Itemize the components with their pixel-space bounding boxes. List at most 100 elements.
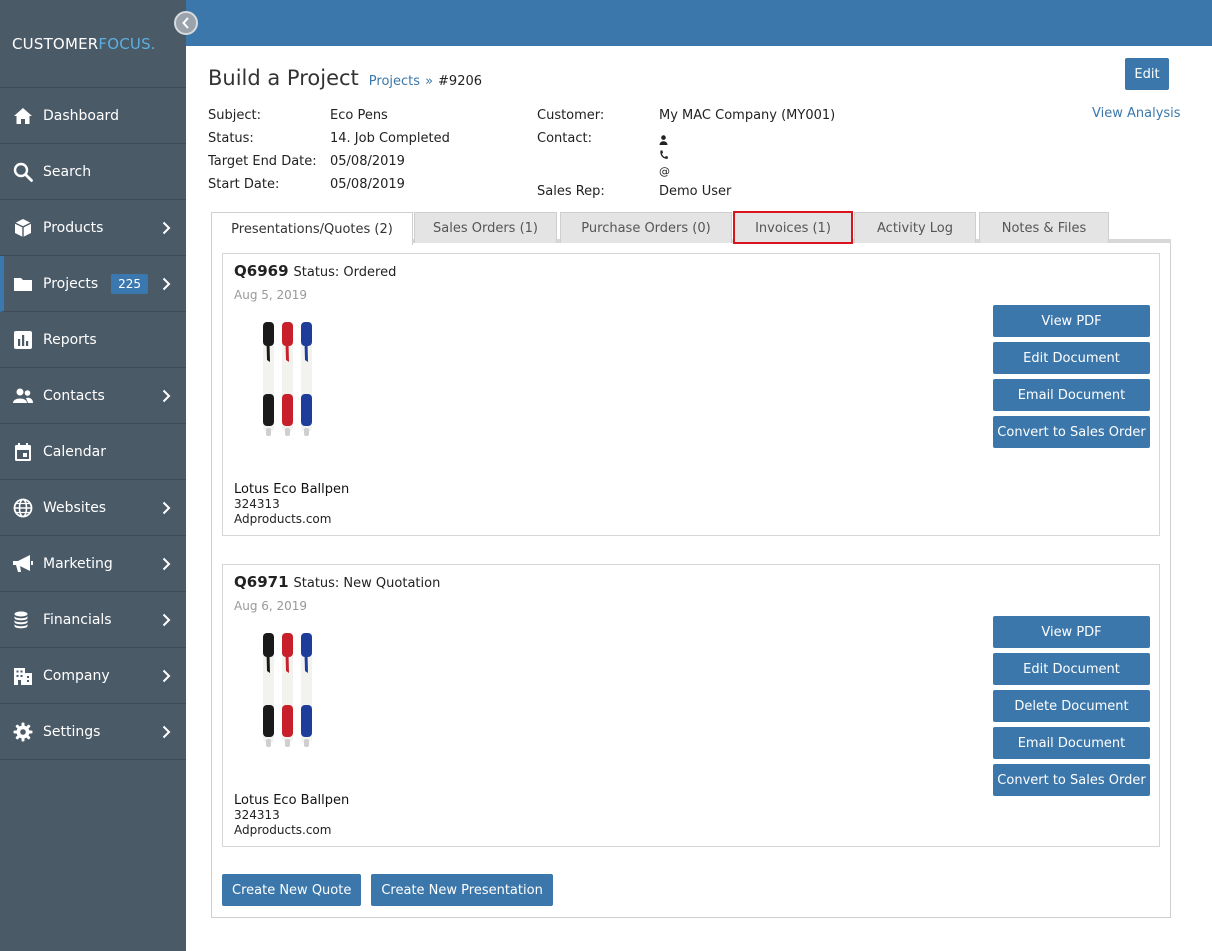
start-date-label: Start Date: <box>208 177 280 192</box>
brand-part2: FOCUS. <box>98 34 156 53</box>
bar-chart-icon <box>12 329 34 351</box>
project-info-right: Customer: My MAC Company (MY001) Contact:… <box>537 108 835 207</box>
top-bar <box>186 0 1212 46</box>
sidebar-item-label: Dashboard <box>43 107 119 124</box>
chevron-right-icon <box>162 221 174 235</box>
customer-label: Customer: <box>537 108 605 123</box>
sidebar-item-label: Products <box>43 219 104 236</box>
view-pdf-button[interactable]: View PDF <box>993 616 1150 648</box>
breadcrumb-current: #9206 <box>438 74 483 89</box>
chevron-right-icon <box>162 557 174 571</box>
users-icon <box>12 385 34 407</box>
sidebar-item-financials[interactable]: Financials <box>0 592 186 648</box>
email-document-button[interactable]: Email Document <box>993 727 1150 759</box>
document-id[interactable]: Q6969 <box>234 262 289 280</box>
sidebar-item-products[interactable]: Products <box>0 200 186 256</box>
document-card: Q6971 Status: New Quotation Aug 6, 2019 <box>222 564 1160 847</box>
breadcrumb-separator: » <box>425 74 434 89</box>
product-image <box>253 623 333 753</box>
email-symbol: @ <box>659 165 670 178</box>
product-code: 324313 <box>234 808 280 822</box>
megaphone-icon <box>12 553 34 575</box>
delete-document-button[interactable]: Delete Document <box>993 690 1150 722</box>
convert-to-sales-order-button[interactable]: Convert to Sales Order <box>993 416 1150 448</box>
sidebar-item-projects[interactable]: Projects 225 <box>0 256 186 312</box>
sidebar-collapse-button[interactable] <box>174 11 198 35</box>
chevron-right-icon <box>162 669 174 683</box>
product-info: Lotus Eco Ballpen 324313 Adproducts.com <box>234 793 349 838</box>
sidebar-item-dashboard[interactable]: Dashboard <box>0 88 186 144</box>
product-name: Lotus Eco Ballpen <box>234 793 350 808</box>
contact-label: Contact: <box>537 131 592 146</box>
sidebar-item-calendar[interactable]: Calendar <box>0 424 186 480</box>
breadcrumb: Projects » #9206 <box>369 74 482 89</box>
home-icon <box>12 105 34 127</box>
tab-sales-orders[interactable]: Sales Orders (1) <box>414 212 557 243</box>
tab-panel: Q6969 Status: Ordered Aug 5, 2019 Lotus … <box>211 243 1171 918</box>
sidebar-item-marketing[interactable]: Marketing <box>0 536 186 592</box>
sidebar-item-label: Marketing <box>43 555 113 572</box>
sidebar: CUSTOMER FOCUS. Dashboard Search Products… <box>0 0 186 951</box>
sidebar-item-label: Projects <box>43 275 99 292</box>
product-name: Lotus Eco Ballpen <box>234 482 350 497</box>
sales-rep-label: Sales Rep: <box>537 184 605 199</box>
target-end-date-value: 05/08/2019 <box>330 154 405 169</box>
sidebar-item-contacts[interactable]: Contacts <box>0 368 186 424</box>
page-title: Build a Project <box>208 66 359 90</box>
sidebar-item-reports[interactable]: Reports <box>0 312 186 368</box>
product-supplier: Adproducts.com <box>234 823 332 837</box>
folder-icon <box>12 273 34 295</box>
sidebar-item-label: Websites <box>43 499 107 516</box>
chevron-right-icon <box>162 389 174 403</box>
chevron-right-icon <box>162 725 174 739</box>
tab-presentations-quotes[interactable]: Presentations/Quotes (2) <box>211 212 413 245</box>
document-status: Status: Ordered <box>293 265 397 280</box>
status-value: 14. Job Completed <box>330 131 450 146</box>
projects-count-badge: 225 <box>111 273 148 294</box>
edit-document-button[interactable]: Edit Document <box>993 342 1150 374</box>
document-date: Aug 5, 2019 <box>234 288 308 302</box>
sidebar-item-company[interactable]: Company <box>0 648 186 704</box>
pen-blue <box>301 322 312 436</box>
subject-label: Subject: <box>208 108 261 123</box>
sidebar-item-label: Contacts <box>43 387 105 404</box>
coins-icon <box>12 609 34 631</box>
tab-activity-log[interactable]: Activity Log <box>854 212 976 243</box>
phone-icon <box>659 149 670 164</box>
view-analysis-link[interactable]: View Analysis <box>1092 106 1181 121</box>
start-date-value: 05/08/2019 <box>330 177 405 192</box>
pen-black <box>263 633 274 747</box>
sidebar-item-label: Financials <box>43 611 112 628</box>
view-pdf-button[interactable]: View PDF <box>993 305 1150 337</box>
edit-document-button[interactable]: Edit Document <box>993 653 1150 685</box>
edit-button[interactable]: Edit <box>1125 58 1169 90</box>
calendar-icon <box>12 441 34 463</box>
pen-red <box>282 633 293 747</box>
document-id[interactable]: Q6971 <box>234 573 289 591</box>
breadcrumb-projects-link[interactable]: Projects <box>369 74 420 89</box>
project-info-left: Subject: Eco Pens Status: 14. Job Complete… <box>208 108 450 200</box>
product-info: Lotus Eco Ballpen 324313 Adproducts.com <box>234 482 349 527</box>
tab-notes-files[interactable]: Notes & Files <box>979 212 1109 243</box>
create-new-quote-button[interactable]: Create New Quote <box>222 874 362 906</box>
sidebar-item-search[interactable]: Search <box>0 144 186 200</box>
convert-to-sales-order-button[interactable]: Convert to Sales Order <box>993 764 1150 796</box>
tab-purchase-orders[interactable]: Purchase Orders (0) <box>560 212 732 243</box>
chevron-right-icon <box>162 613 174 627</box>
sidebar-item-settings[interactable]: Settings <box>0 704 186 760</box>
chevron-left-icon <box>182 17 189 29</box>
create-new-presentation-button[interactable]: Create New Presentation <box>371 874 553 906</box>
sidebar-item-websites[interactable]: Websites <box>0 480 186 536</box>
tab-invoices[interactable]: Invoices (1) <box>733 211 853 244</box>
project-tabs: Presentations/Quotes (2) Sales Orders (1… <box>211 211 1171 245</box>
sidebar-item-label: Company <box>43 667 110 684</box>
document-actions: View PDF Edit Document Email Document Co… <box>993 305 1150 453</box>
chevron-right-icon <box>162 501 174 515</box>
document-actions: View PDF Edit Document Delete Document E… <box>993 616 1150 801</box>
email-document-button[interactable]: Email Document <box>993 379 1150 411</box>
box-icon <box>12 217 34 239</box>
building-icon <box>12 665 34 687</box>
gear-icon <box>12 721 34 743</box>
brand-logo[interactable]: CUSTOMER FOCUS. <box>0 0 186 88</box>
sidebar-item-label: Reports <box>43 331 97 348</box>
